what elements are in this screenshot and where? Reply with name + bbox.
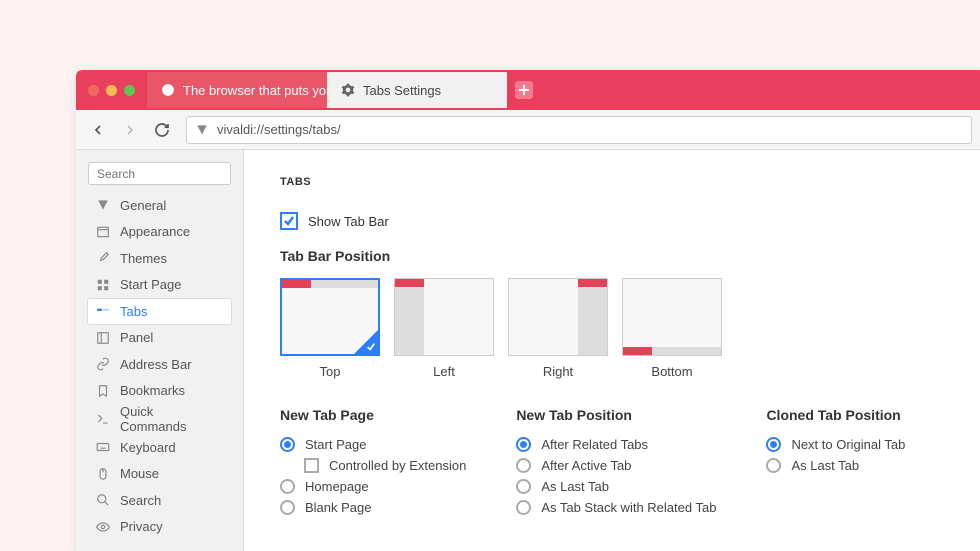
minimize-window-button[interactable]: [106, 85, 117, 96]
tab-label: Tabs Settings: [363, 83, 441, 98]
check-icon: [283, 215, 295, 227]
radio[interactable]: [516, 437, 531, 452]
sidebar-item-general[interactable]: General: [88, 193, 231, 218]
sidebar-item-search[interactable]: Search: [88, 488, 231, 513]
link-icon: [96, 357, 110, 371]
new-tab-page-title: New Tab Page: [280, 407, 466, 423]
eye-icon: [96, 520, 110, 534]
radio[interactable]: [766, 458, 781, 473]
sidebar-item-start-page[interactable]: Start Page: [88, 273, 231, 298]
position-bottom-preview: [622, 278, 722, 356]
new-tab-page-blank-page[interactable]: Blank Page: [280, 500, 466, 515]
sidebar-item-panel[interactable]: Panel: [88, 326, 231, 351]
position-label: Top: [280, 364, 380, 379]
keyboard-icon: [96, 440, 110, 454]
reload-button[interactable]: [148, 116, 176, 144]
toolbar: [76, 110, 980, 150]
settings-sidebar: General Appearance Themes Start Page Tab…: [76, 150, 244, 551]
cloned-tab-position-title: Cloned Tab Position: [766, 407, 905, 423]
show-tab-bar-checkbox[interactable]: [280, 212, 298, 230]
new-tab-pos-as-last[interactable]: As Last Tab: [516, 479, 716, 494]
new-tab-pos-after-active[interactable]: After Active Tab: [516, 458, 716, 473]
position-label: Bottom: [622, 364, 722, 379]
tab-position-options: Top Left Right: [280, 278, 944, 379]
settings-content: TABS Show Tab Bar Tab Bar Position Top: [244, 150, 980, 551]
tabs-icon: [96, 304, 110, 318]
show-tab-bar-row[interactable]: Show Tab Bar: [280, 212, 944, 230]
check-icon: [366, 342, 376, 352]
new-tab-page-start-page[interactable]: Start Page: [280, 437, 466, 452]
new-tab-page-homepage[interactable]: Homepage: [280, 479, 466, 494]
sidebar-item-quick-commands[interactable]: Quick Commands: [88, 405, 231, 433]
titlebar: The browser that puts you i Tabs Setting…: [76, 70, 980, 110]
browser-tab-active[interactable]: Tabs Settings: [327, 72, 507, 108]
browser-tab-inactive[interactable]: The browser that puts you i: [147, 72, 327, 108]
body-area: General Appearance Themes Start Page Tab…: [76, 150, 980, 551]
controlled-by-extension[interactable]: Controlled by Extension: [304, 458, 466, 473]
sidebar-item-bookmarks[interactable]: Bookmarks: [88, 379, 231, 404]
browser-tabs: The browser that puts you i Tabs Setting…: [147, 70, 533, 110]
new-tab-pos-after-related[interactable]: After Related Tabs: [516, 437, 716, 452]
window-icon: [96, 225, 110, 239]
position-right-preview: [508, 278, 608, 356]
close-window-button[interactable]: [88, 85, 99, 96]
search-input[interactable]: [88, 162, 231, 185]
cloned-tab-next-to-original[interactable]: Next to Original Tab: [766, 437, 905, 452]
radio[interactable]: [280, 437, 295, 452]
sidebar-item-themes[interactable]: Themes: [88, 246, 231, 271]
url-input[interactable]: [217, 122, 963, 137]
sidebar-item-appearance[interactable]: Appearance: [88, 220, 231, 245]
position-bottom[interactable]: Bottom: [622, 278, 722, 379]
settings-columns: New Tab Page Start Page Controlled by Ex…: [280, 407, 944, 515]
tab-bar-position-title: Tab Bar Position: [280, 248, 944, 264]
section-title: TABS: [280, 176, 944, 188]
new-tab-page-column: New Tab Page Start Page Controlled by Ex…: [280, 407, 466, 515]
show-tab-bar-label: Show Tab Bar: [308, 214, 389, 229]
browser-window: The browser that puts you i Tabs Setting…: [76, 70, 980, 551]
grid-icon: [96, 278, 110, 292]
new-tab-position-column: New Tab Position After Related Tabs Afte…: [516, 407, 716, 515]
forward-button[interactable]: [116, 116, 144, 144]
sidebar-item-tabs[interactable]: Tabs: [88, 299, 231, 324]
position-label: Left: [394, 364, 494, 379]
brush-icon: [96, 251, 110, 265]
back-button[interactable]: [84, 116, 112, 144]
checkbox[interactable]: [304, 458, 319, 473]
position-top[interactable]: Top: [280, 278, 380, 379]
position-left[interactable]: Left: [394, 278, 494, 379]
address-bar[interactable]: [186, 116, 972, 144]
vivaldi-icon: [161, 83, 175, 97]
radio[interactable]: [280, 479, 295, 494]
new-tab-button[interactable]: [515, 81, 533, 99]
vivaldi-icon: [195, 123, 209, 137]
position-right[interactable]: Right: [508, 278, 608, 379]
sidebar-item-mouse[interactable]: Mouse: [88, 462, 231, 487]
sidebar-item-keyboard[interactable]: Keyboard: [88, 435, 231, 460]
radio[interactable]: [516, 458, 531, 473]
position-left-preview: [394, 278, 494, 356]
tab-label: The browser that puts you i: [183, 83, 327, 98]
panel-icon: [96, 331, 110, 345]
gear-icon: [341, 83, 355, 97]
prompt-icon: [96, 412, 110, 426]
sidebar-item-privacy[interactable]: Privacy: [88, 515, 231, 540]
position-top-preview: [280, 278, 380, 356]
search-icon: [96, 493, 110, 507]
radio[interactable]: [280, 500, 295, 515]
cloned-tab-as-last[interactable]: As Last Tab: [766, 458, 905, 473]
mouse-icon: [96, 467, 110, 481]
bookmark-icon: [96, 384, 110, 398]
radio[interactable]: [766, 437, 781, 452]
radio[interactable]: [516, 479, 531, 494]
cloned-tab-position-column: Cloned Tab Position Next to Original Tab…: [766, 407, 905, 515]
radio[interactable]: [516, 500, 531, 515]
new-tab-position-title: New Tab Position: [516, 407, 716, 423]
window-controls: [76, 85, 147, 96]
sidebar-item-address-bar[interactable]: Address Bar: [88, 352, 231, 377]
new-tab-pos-as-stack[interactable]: As Tab Stack with Related Tab: [516, 500, 716, 515]
maximize-window-button[interactable]: [124, 85, 135, 96]
position-label: Right: [508, 364, 608, 379]
v-icon: [96, 198, 110, 212]
